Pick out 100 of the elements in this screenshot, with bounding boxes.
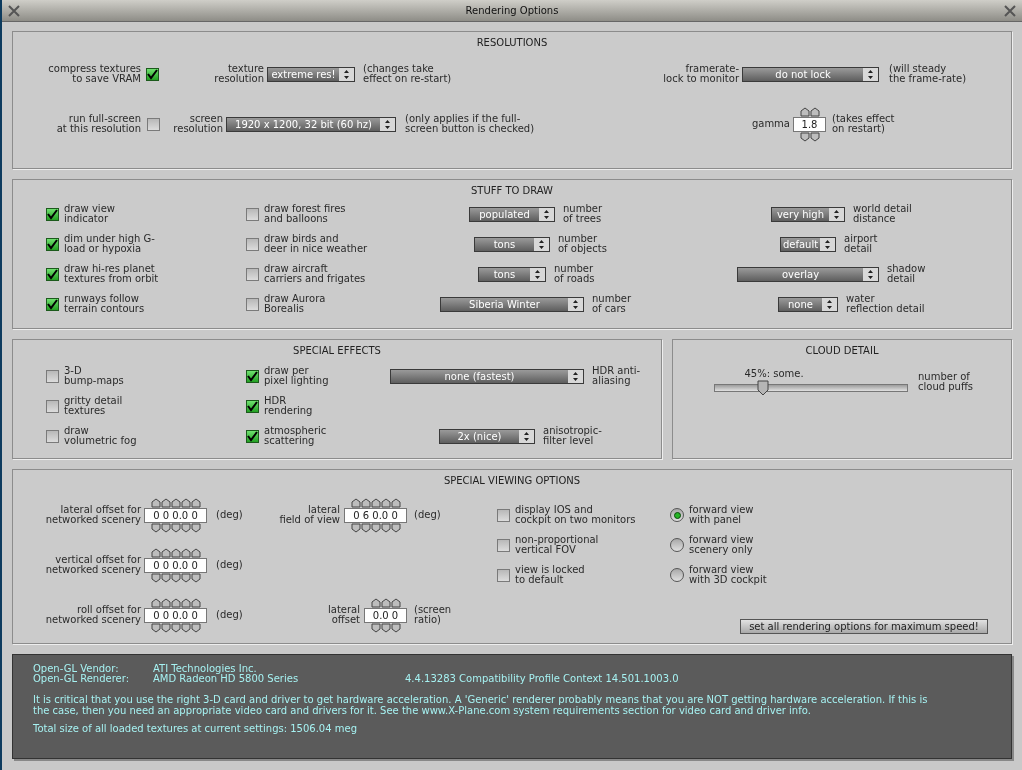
window-title: Rendering Options: [465, 4, 559, 18]
up-down-arrows-icon: [822, 297, 837, 311]
panel-title: SPECIAL EFFECTS: [293, 344, 381, 358]
dropdown[interactable]: 1920 x 1200, 32 bit (60 hz): [226, 116, 396, 132]
dropdown[interactable]: none (fastest): [390, 368, 584, 384]
dropdown[interactable]: 2x (nice): [439, 428, 535, 444]
option-label: gamma: [750, 119, 790, 129]
hint-text: (takes effect on restart): [832, 114, 895, 134]
decrement-arrows-icon[interactable]: [370, 622, 401, 633]
option-label: draw hi-res planet textures from orbit: [64, 264, 159, 284]
checkbox[interactable]: [497, 568, 510, 582]
option-label: display IOS and cockpit on two monitors: [515, 505, 636, 525]
increment-arrows-icon[interactable]: [350, 497, 401, 508]
decrement-arrows-icon[interactable]: [799, 131, 820, 142]
slider-reading: 45%: some.: [744, 369, 804, 379]
option-label: runways follow terrain contours: [64, 294, 145, 314]
check-icon: [247, 370, 258, 382]
checkbox[interactable]: [246, 297, 259, 311]
checkbox[interactable]: [46, 267, 59, 281]
up-down-arrows-icon: [829, 207, 844, 221]
option-label: HDR anti- aliasing: [592, 366, 641, 386]
option-label: gritty detail textures: [64, 396, 123, 416]
option-label: draw forest fires and balloons: [264, 204, 346, 224]
up-down-arrows-icon: [534, 237, 549, 251]
option-label: roll offset for networked scenery: [44, 605, 141, 625]
dropdown[interactable]: overlay: [737, 266, 879, 282]
dropdown[interactable]: Siberia Winter: [440, 296, 584, 312]
option-label: atmospheric scattering: [264, 426, 327, 446]
increment-arrows-icon[interactable]: [799, 106, 820, 117]
decrement-arrows-icon[interactable]: [150, 622, 201, 633]
dropdown[interactable]: populated: [469, 206, 555, 222]
option-label: draw Aurora Borealis: [264, 294, 326, 314]
checkbox[interactable]: [246, 267, 259, 281]
option-label: number of cars: [592, 294, 632, 314]
option-label: draw volumetric fog: [64, 426, 137, 446]
up-down-arrows-icon: [380, 117, 395, 131]
checkbox[interactable]: [46, 237, 59, 251]
checkbox[interactable]: [246, 369, 259, 383]
checkbox[interactable]: [46, 399, 59, 413]
checkbox[interactable]: [46, 207, 59, 221]
unit-label: (deg): [216, 510, 243, 520]
decrement-arrows-icon[interactable]: [150, 522, 201, 533]
increment-arrows-icon[interactable]: [370, 597, 401, 608]
option-label: view is locked to default: [515, 565, 585, 585]
checkbox[interactable]: [497, 508, 510, 522]
number-field[interactable]: 0.0 0: [364, 607, 407, 623]
dropdown[interactable]: tons: [474, 236, 550, 252]
info-value: AMD Radeon HD 5800 Series: [153, 674, 300, 684]
check-icon: [247, 430, 258, 442]
dropdown[interactable]: none: [778, 296, 838, 312]
info-value: ATI Technologies Inc.: [153, 664, 257, 674]
checkbox[interactable]: [246, 399, 259, 413]
checkbox[interactable]: [46, 297, 59, 311]
checkbox[interactable]: [497, 538, 510, 552]
dropdown[interactable]: extreme res!: [267, 66, 355, 82]
option-label: number of trees: [563, 204, 603, 224]
panel-title: CLOUD DETAIL: [805, 344, 879, 358]
check-icon: [47, 208, 58, 220]
close-icon[interactable]: [1004, 4, 1016, 17]
unit-label: (deg): [414, 510, 441, 520]
increment-arrows-icon[interactable]: [150, 547, 201, 558]
decrement-arrows-icon[interactable]: [350, 522, 401, 533]
option-label: forward view with panel: [689, 505, 754, 525]
hint-text: (only applies if the full- screen button is checked): [405, 114, 536, 134]
dropdown[interactable]: tons: [478, 266, 546, 282]
dropdown[interactable]: very high: [771, 206, 845, 222]
option-label: screen resolution: [172, 114, 223, 134]
checkbox[interactable]: [146, 67, 159, 81]
up-down-arrows-icon: [530, 267, 545, 281]
checkbox[interactable]: [147, 117, 160, 131]
dropdown[interactable]: default: [780, 236, 836, 252]
option-label: draw aircraft carriers and frigates: [264, 264, 366, 284]
option-label: draw view indicator: [64, 204, 115, 224]
checkbox[interactable]: [246, 237, 259, 251]
checkbox[interactable]: [46, 429, 59, 443]
decrement-arrows-icon[interactable]: [150, 572, 201, 583]
check-icon: [247, 400, 258, 412]
checkbox[interactable]: [246, 429, 259, 443]
dropdown[interactable]: do not lock: [742, 66, 879, 82]
close-icon[interactable]: [8, 4, 20, 17]
radio-button[interactable]: [670, 508, 684, 522]
increment-arrows-icon[interactable]: [150, 497, 201, 508]
radio-button[interactable]: [670, 538, 684, 552]
radio-button[interactable]: [670, 568, 684, 582]
option-label: vertical offset for networked scenery: [44, 555, 141, 575]
checkbox[interactable]: [246, 207, 259, 221]
check-icon: [47, 238, 58, 250]
checkbox[interactable]: [46, 369, 59, 383]
increment-arrows-icon[interactable]: [150, 597, 201, 608]
option-label: compress textures to save VRAM: [47, 64, 141, 84]
option-label: lateral offset: [327, 605, 360, 625]
up-down-arrows-icon: [539, 207, 554, 221]
number-field[interactable]: 1.8: [793, 116, 826, 132]
max-speed-button[interactable]: set all rendering options for maximum speed!: [740, 619, 988, 634]
info-label: Open-GL Vendor:: [33, 664, 120, 674]
info-label: Open-GL Renderer:: [33, 674, 131, 684]
panel-title: STUFF TO DRAW: [470, 184, 553, 198]
slider-thumb[interactable]: [757, 380, 769, 396]
option-label: number of cloud puffs: [918, 372, 974, 392]
up-down-arrows-icon: [820, 237, 835, 251]
